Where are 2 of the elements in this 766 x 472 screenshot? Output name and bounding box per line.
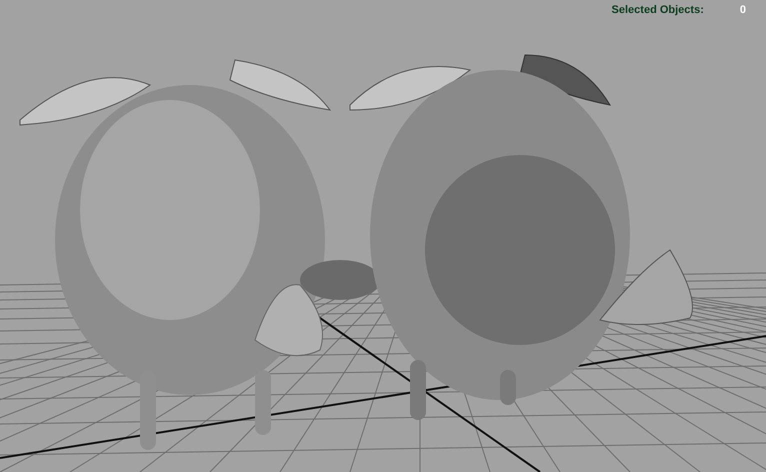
hud-label: Selected Objects: bbox=[612, 3, 704, 18]
hud-value: 0 bbox=[740, 3, 746, 18]
